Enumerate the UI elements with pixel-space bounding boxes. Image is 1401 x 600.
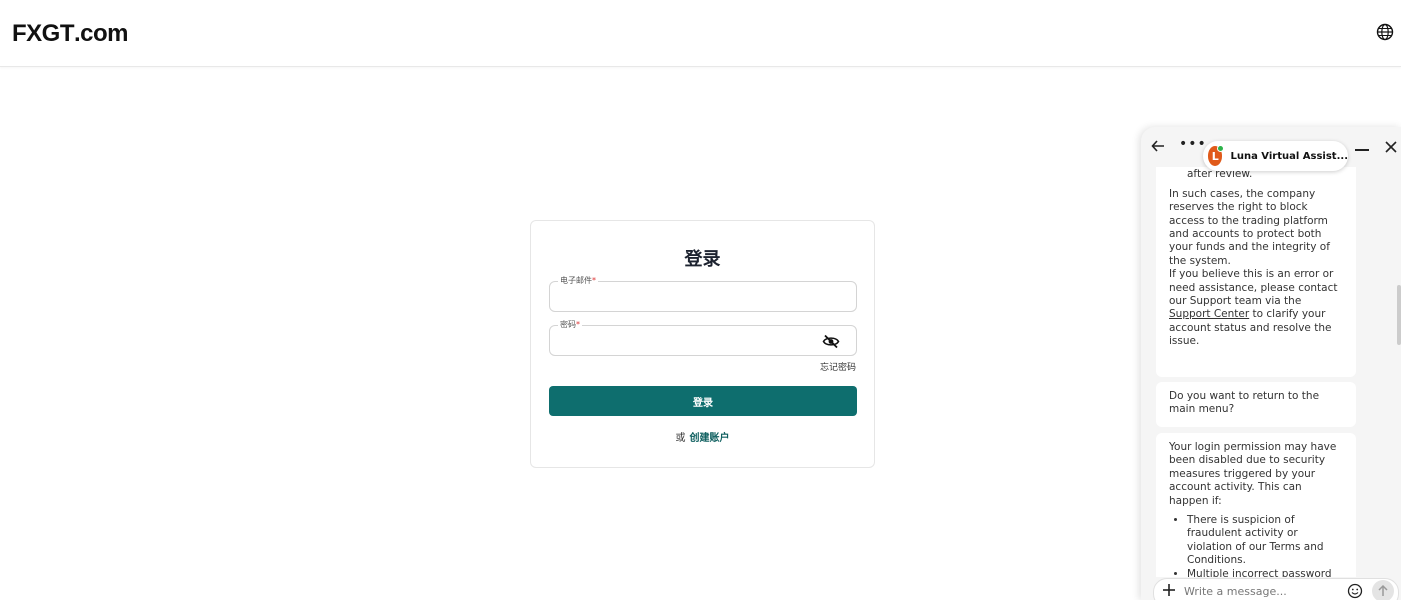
arrow-left-icon[interactable] bbox=[1151, 139, 1165, 153]
more-options-icon[interactable]: ••• bbox=[1179, 137, 1207, 151]
logo-text-gt: GT bbox=[41, 20, 75, 47]
login-title: 登录 bbox=[684, 249, 721, 270]
online-status-icon bbox=[1217, 145, 1225, 152]
signup-row: 或创建账户 bbox=[531, 429, 874, 444]
password-field[interactable]: 密码* bbox=[549, 319, 857, 356]
message-paragraph: If you believe this is an error or need … bbox=[1169, 268, 1338, 348]
forgot-password-link[interactable]: 忘记密码 bbox=[820, 360, 856, 373]
logo-text-fx: FX bbox=[12, 20, 42, 47]
support-center-link[interactable]: Support Center bbox=[1169, 308, 1249, 320]
message-list-item: There is suspicion of fraudulent activit… bbox=[1187, 514, 1343, 568]
message-paragraph: In such cases, the company reserves the … bbox=[1169, 187, 1330, 267]
chat-scrollbar[interactable] bbox=[1397, 285, 1401, 345]
avatar: L bbox=[1208, 145, 1225, 166]
login-button[interactable]: 登录 bbox=[549, 386, 857, 416]
message-input[interactable]: Write a message... bbox=[1153, 578, 1399, 600]
message-list-item: Multiple incorrect password attempts hav… bbox=[1187, 568, 1343, 577]
plus-icon[interactable] bbox=[1162, 583, 1176, 597]
password-label: 密码* bbox=[558, 319, 582, 331]
message-text: Do you want to return to the main menu? bbox=[1169, 390, 1320, 416]
message-text: Your login permission may have been disa… bbox=[1169, 441, 1337, 507]
chat-message: Your login permission may have been disa… bbox=[1156, 433, 1356, 577]
input-placeholder: Write a message... bbox=[1184, 585, 1287, 598]
email-label: 电子邮件* bbox=[558, 275, 598, 287]
chat-header: ••• L Luna Virtual Assist... bbox=[1141, 127, 1401, 171]
eye-slash-icon[interactable] bbox=[822, 334, 840, 349]
agent-name: Luna Virtual Assist... bbox=[1230, 150, 1348, 162]
minimize-icon[interactable] bbox=[1355, 149, 1369, 151]
email-field[interactable]: 电子邮件* bbox=[549, 275, 857, 312]
logo-text-com: .com bbox=[74, 20, 129, 47]
chat-message: or were found insufficient after review.… bbox=[1156, 167, 1356, 377]
globe-icon[interactable] bbox=[1376, 23, 1394, 41]
fxgt-logo[interactable]: FX GT .com bbox=[12, 20, 129, 48]
or-text: 或 bbox=[675, 433, 686, 444]
emoji-icon[interactable] bbox=[1347, 583, 1363, 599]
chat-widget: or were found insufficient after review.… bbox=[1141, 127, 1401, 600]
chat-messages[interactable]: or were found insufficient after review.… bbox=[1141, 167, 1401, 577]
create-account-link[interactable]: 创建账户 bbox=[690, 433, 730, 444]
login-card: 登录 电子邮件* 密码* 忘记密码 登录 或创建账户 bbox=[530, 220, 875, 468]
close-icon[interactable] bbox=[1384, 140, 1398, 154]
chat-message: Do you want to return to the main menu? bbox=[1156, 382, 1356, 427]
send-icon[interactable] bbox=[1372, 580, 1394, 600]
site-header: FX GT .com bbox=[0, 0, 1401, 67]
agent-pill: L Luna Virtual Assist... bbox=[1203, 141, 1348, 171]
